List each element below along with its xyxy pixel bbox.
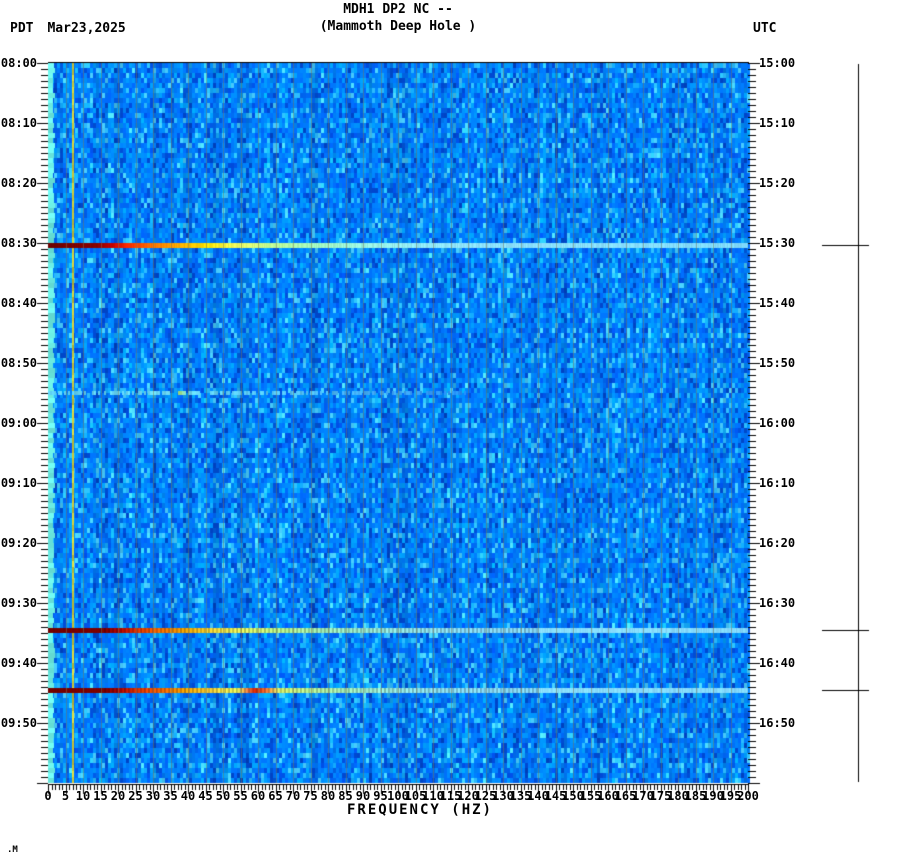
utc-time-label: 16:20: [759, 536, 796, 550]
pdt-time-label: 09:30: [0, 596, 37, 610]
pdt-time-label: 08:10: [0, 116, 37, 130]
pdt-time-label: 08:40: [0, 296, 37, 310]
left-timezone-date: PDT Mar23,2025: [10, 22, 126, 35]
pdt-time-label: 08:20: [0, 176, 37, 190]
utc-time-label: 16:40: [759, 656, 796, 670]
pdt-time-label: 08:50: [0, 356, 37, 370]
pdt-time-label: 08:00: [0, 56, 37, 70]
utc-time-label: 15:40: [759, 296, 796, 310]
utc-time-label: 15:20: [759, 176, 796, 190]
timezone-left-label: PDT: [10, 21, 34, 36]
pdt-time-label: 09:50: [0, 716, 37, 730]
corner-mark: .M: [7, 845, 18, 855]
pdt-time-label: 09:40: [0, 656, 37, 670]
spectrogram-page: 08:00 08:10 08:20 08:30 08:40 08:50 09:00 09:10…: [0, 0, 902, 864]
pdt-time-label: 08:30: [0, 236, 37, 250]
freq-tick-label: 200: [737, 789, 759, 803]
utc-time-label: 15:50: [759, 356, 796, 370]
timezone-right-label: UTC: [753, 21, 777, 36]
axis-tick-labels: 08:00 08:10 08:20 08:30 08:40 08:50 09:00 09:10…: [0, 0, 902, 864]
x-axis-title: FREQUENCY (HZ): [346, 802, 493, 818]
pdt-time-label: 09:20: [0, 536, 37, 550]
utc-time-label: 16:10: [759, 476, 796, 490]
utc-time-label: 16:50: [759, 716, 796, 730]
date-label: Mar23,2025: [47, 21, 126, 36]
plot-subtitle: (Mammoth Deep Hole ): [319, 19, 477, 34]
pdt-time-label: 09:10: [0, 476, 37, 490]
utc-time-label: 16:30: [759, 596, 796, 610]
pdt-time-label: 09:00: [0, 416, 37, 430]
utc-time-label: 15:10: [759, 116, 796, 130]
utc-time-label: 16:00: [759, 416, 796, 430]
plot-title: MDH1 DP2 NC --: [343, 2, 453, 17]
utc-time-label: 15:30: [759, 236, 796, 250]
utc-time-label: 15:00: [759, 56, 796, 70]
